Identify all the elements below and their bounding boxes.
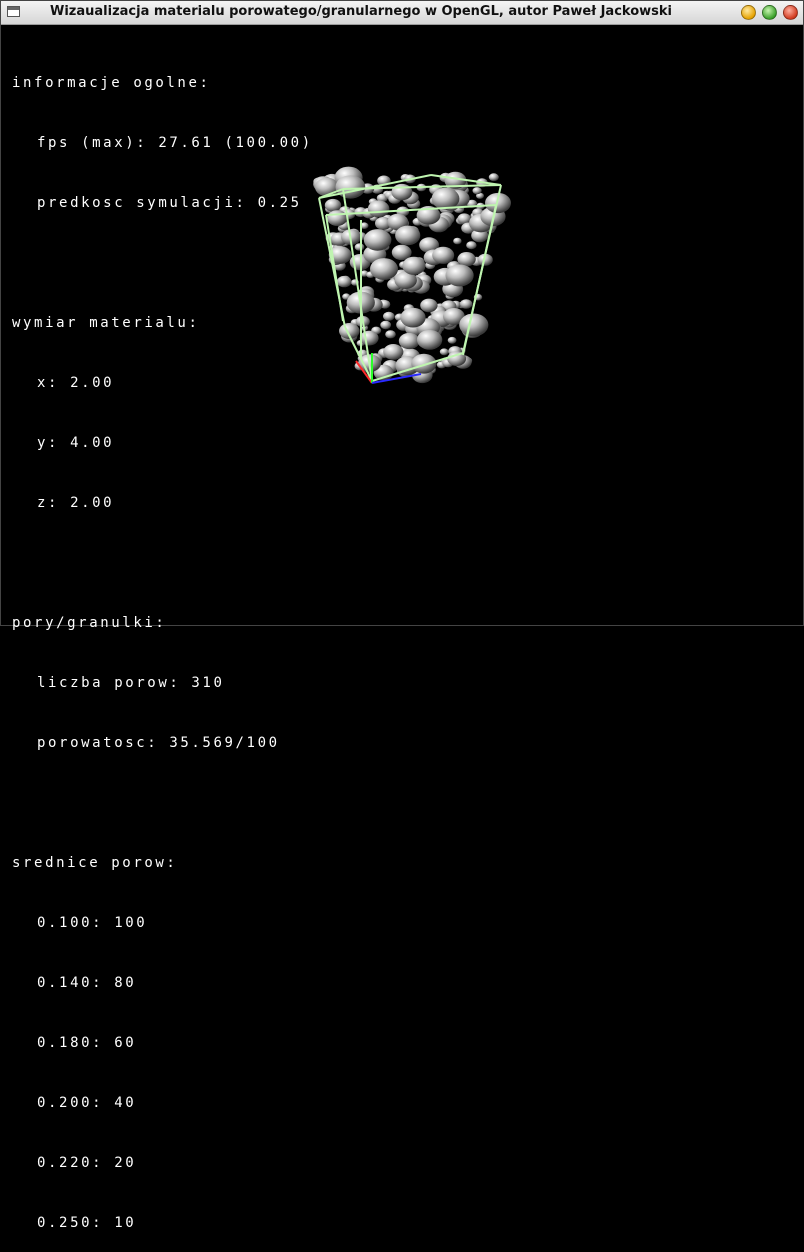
granule xyxy=(395,225,421,246)
dims-header: wymiar materialu: xyxy=(12,315,200,331)
granule xyxy=(383,344,404,360)
dim-x: x: 2.00 xyxy=(37,375,115,391)
general-header: informacje ogolne: xyxy=(12,75,211,91)
granule xyxy=(411,353,437,374)
granule xyxy=(359,330,379,346)
granule xyxy=(457,252,476,267)
granule xyxy=(385,330,396,339)
diameter-row: 0.100: 100 xyxy=(37,915,148,931)
window-menu-icon[interactable] xyxy=(7,6,20,17)
porosity: porowatosc: 35.569/100 xyxy=(37,735,280,751)
dim-y: y: 4.00 xyxy=(37,435,115,451)
diameter-row: 0.140: 80 xyxy=(37,975,137,991)
pore-count: liczba porow: 310 xyxy=(37,675,225,691)
granule xyxy=(400,307,426,328)
granule xyxy=(447,336,457,344)
maximize-button[interactable] xyxy=(762,5,777,20)
granule xyxy=(445,264,474,287)
speed-readout: predkosc symulacji: 0.25 xyxy=(37,195,302,211)
diameter-row: 0.250: 10 xyxy=(37,1215,137,1231)
title-bar[interactable]: Wizaualizacja materialu porowatego/granu… xyxy=(1,1,803,25)
granule xyxy=(398,332,420,350)
opengl-viewport[interactable]: informacje ogolne: fps (max): 27.61 (100… xyxy=(1,25,803,1231)
granule xyxy=(439,348,449,356)
granule xyxy=(327,210,348,227)
minimize-button[interactable] xyxy=(741,5,756,20)
granule xyxy=(466,241,477,250)
granule xyxy=(431,187,460,210)
granule xyxy=(402,256,426,275)
diameter-row: 0.220: 20 xyxy=(37,1155,137,1171)
granule xyxy=(380,320,392,330)
granule xyxy=(488,173,499,182)
granule xyxy=(472,187,482,195)
app-window: Wizaualizacja materialu porowatego/granu… xyxy=(0,0,804,1231)
granule xyxy=(367,200,390,218)
granule xyxy=(363,229,392,251)
granule xyxy=(354,243,365,251)
granule xyxy=(416,329,443,350)
pores-header: pory/granulki: xyxy=(12,615,167,631)
granule xyxy=(335,175,366,199)
granule xyxy=(459,313,489,337)
close-button[interactable] xyxy=(783,5,798,20)
diameters-header: srednice porow: xyxy=(12,855,178,871)
granule xyxy=(336,275,352,288)
granule xyxy=(460,299,473,309)
granule xyxy=(420,298,438,313)
granule xyxy=(324,198,342,212)
diameter-row: 0.200: 40 xyxy=(37,1095,137,1111)
diameter-row: 0.180: 60 xyxy=(37,1035,137,1051)
granule xyxy=(383,311,395,321)
granule xyxy=(453,237,462,245)
info-overlay: informacje ogolne: fps (max): 27.61 (100… xyxy=(12,33,313,1252)
granule xyxy=(432,246,455,264)
dim-z: z: 2.00 xyxy=(37,495,115,511)
granule xyxy=(370,258,398,280)
window-title: Wizaualizacja materialu porowatego/granu… xyxy=(50,4,672,19)
fps-readout: fps (max): 27.61 (100.00) xyxy=(37,135,313,151)
